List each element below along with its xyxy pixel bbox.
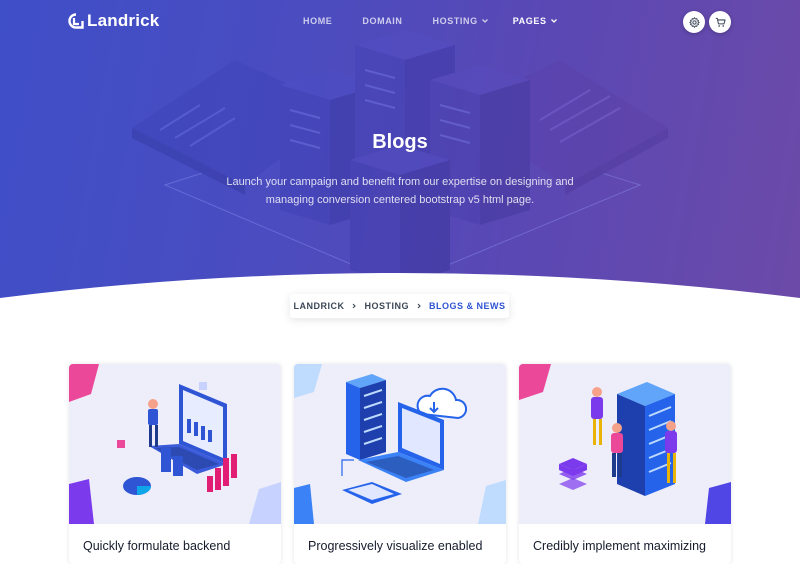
nav-item-label: HOME xyxy=(303,16,333,26)
blog-card-image[interactable] xyxy=(294,364,506,524)
blog-card-title[interactable]: Progressively visualize enabled xyxy=(308,539,482,553)
nav-item-domain[interactable]: DOMAIN xyxy=(362,16,402,26)
main-menu: HOME DOMAIN HOSTING PAGES xyxy=(303,16,558,26)
hero-section xyxy=(0,0,800,310)
breadcrumb-item-hosting[interactable]: HOSTING xyxy=(364,301,409,311)
settings-button[interactable] xyxy=(683,11,705,33)
brand-logo[interactable]: Landrick xyxy=(68,11,159,31)
blog-card-image[interactable] xyxy=(519,364,731,524)
breadcrumb-current: BLOGS & NEWS xyxy=(429,301,506,311)
blog-card-title[interactable]: Credibly implement maximizing xyxy=(533,539,706,553)
gear-icon xyxy=(688,16,700,28)
landrick-logo-icon xyxy=(68,13,84,29)
chevron-right-icon xyxy=(417,303,421,309)
chevron-down-icon xyxy=(550,19,557,23)
navbar: Landrick HOME DOMAIN HOSTING PAGES xyxy=(0,0,800,44)
chevron-right-icon xyxy=(353,303,357,309)
nav-item-pages[interactable]: PAGES xyxy=(513,16,558,26)
server-isometric-illustration xyxy=(132,30,668,286)
blog-card-image[interactable] xyxy=(69,364,281,524)
nav-item-label: DOMAIN xyxy=(362,16,403,26)
blog-card-title[interactable]: Quickly formulate backend xyxy=(83,539,230,553)
cart-button[interactable] xyxy=(709,11,731,33)
nav-item-label: HOSTING xyxy=(432,16,478,26)
page-title: Blogs xyxy=(372,131,428,153)
blog-card[interactable]: Quickly formulate backend xyxy=(69,364,281,564)
breadcrumb: LANDRICK HOSTING BLOGS & NEWS xyxy=(290,294,509,318)
breadcrumb-item-landrick[interactable]: LANDRICK xyxy=(293,301,344,311)
shopping-cart-icon xyxy=(715,17,726,27)
blog-card[interactable]: Credibly implement maximizing xyxy=(519,364,731,564)
page-subtitle: Launch your campaign and benefit from ou… xyxy=(226,176,574,206)
nav-item-home[interactable]: HOME xyxy=(303,16,332,26)
brand-name: Landrick xyxy=(87,11,160,30)
nav-item-label: PAGES xyxy=(512,16,547,26)
nav-item-hosting[interactable]: HOSTING xyxy=(433,16,489,26)
blog-card[interactable]: Progressively visualize enabled xyxy=(294,364,506,564)
chevron-down-icon xyxy=(481,19,488,23)
server-team-illustration xyxy=(519,364,731,524)
data-analytics-illustration xyxy=(69,364,281,524)
cloud-server-illustration xyxy=(294,364,506,524)
